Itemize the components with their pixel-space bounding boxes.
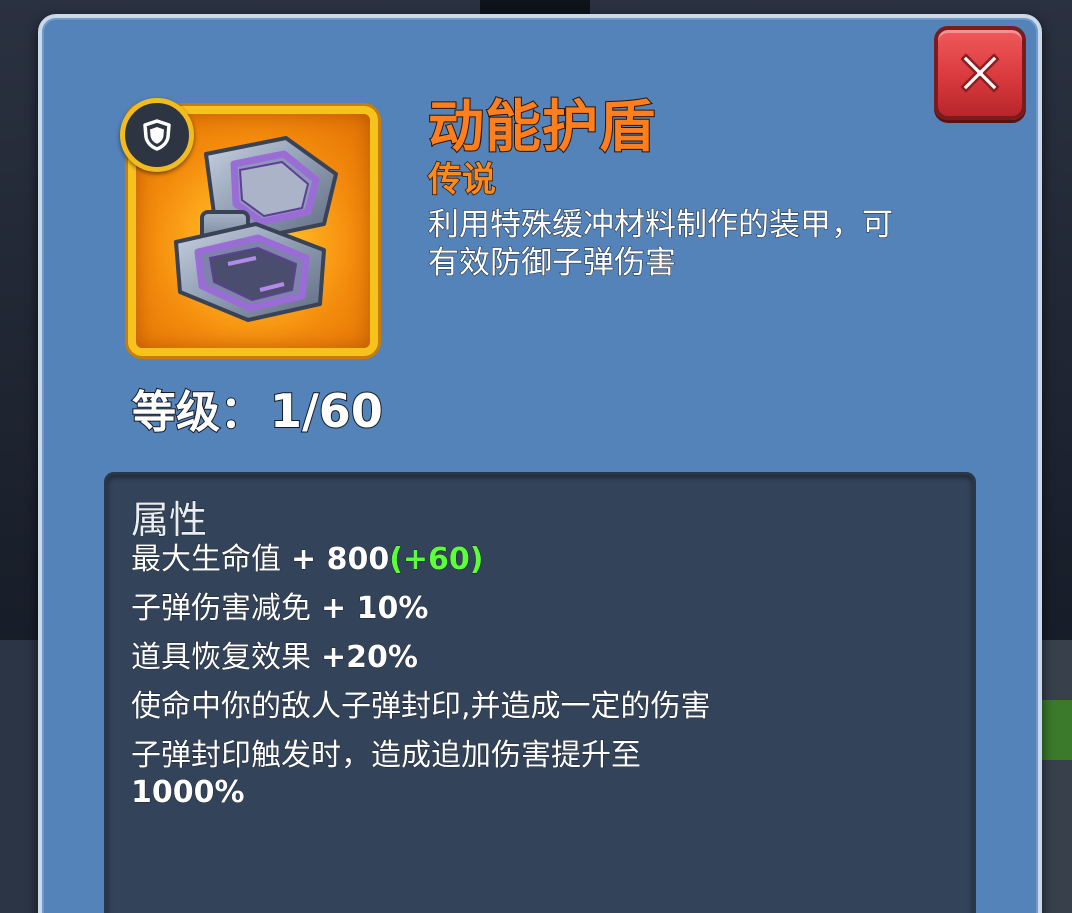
item-description: 利用特殊缓冲材料制作的装甲，可有效防御子弹伤害: [428, 207, 894, 282]
attribute-seal-bonus-damage: 子弹封印触发时，造成追加伤害提升至1000%: [131, 737, 731, 811]
attribute-bullet-seal-effect: 使命中你的敌人子弹封印,并造成一定的伤害: [131, 688, 731, 725]
attributes-list: 最大生命值 + 800(+60) 子弹伤害减免 + 10% 道具恢复效果 +20% 使…: [131, 541, 731, 823]
level-value: 1/60: [269, 383, 384, 439]
shield-icon: [143, 119, 171, 151]
attribute-name: 最大生命值: [131, 542, 282, 578]
close-button[interactable]: [934, 26, 1026, 120]
backdrop-top-bar: [480, 0, 590, 14]
attribute-text: 使命中你的敌人子弹封印,并造成一定的伤害: [131, 689, 711, 725]
attribute-item-recovery: 道具恢复效果 +20%: [131, 639, 731, 676]
level-row: 等级： 1/60: [131, 376, 384, 440]
item-rarity: 传说: [427, 159, 497, 201]
close-icon: [960, 53, 1000, 93]
attribute-value: +20%: [321, 640, 419, 676]
item-name: 动能护盾: [427, 94, 656, 161]
attribute-text: 子弹封印触发时，造成追加伤害提升至: [131, 738, 642, 774]
attributes-title: 属性: [130, 498, 208, 543]
attribute-strong-value: 1000%: [131, 775, 245, 811]
attribute-name: 道具恢复效果: [131, 640, 312, 676]
attribute-bullet-damage-reduction: 子弹伤害减免 + 10%: [131, 590, 731, 627]
attribute-bonus: (+60): [389, 542, 484, 578]
attributes-box: 属性 最大生命值 + 800(+60) 子弹伤害减免 + 10% 道具恢复效果 +20…: [104, 472, 976, 913]
attribute-value: + 800: [291, 542, 390, 578]
level-label: 等级：: [131, 386, 265, 439]
attribute-name: 子弹伤害减免: [131, 591, 312, 627]
backdrop-left-edge: [0, 640, 40, 913]
attribute-max-hp: 最大生命值 + 800(+60): [131, 541, 731, 578]
backdrop-green-element: [1042, 700, 1072, 760]
attribute-value: + 10%: [321, 591, 429, 627]
item-type-badge: [120, 98, 194, 172]
